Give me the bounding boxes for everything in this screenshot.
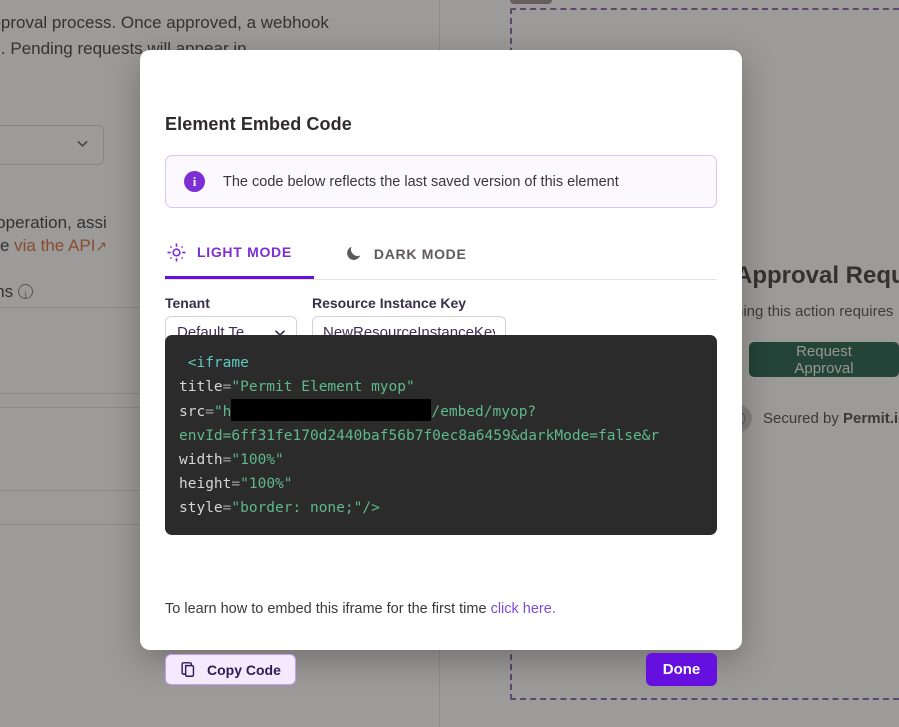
code-src-query: envId=6ff31fe170d2440baf56b7f0ec8a6459&d…: [179, 428, 659, 444]
code-value-title: "Permit Element myop": [231, 379, 414, 395]
code-attr-width: width: [179, 452, 223, 468]
tab-dark-mode[interactable]: DARK MODE: [314, 228, 489, 279]
code-attr-height: height: [179, 476, 231, 492]
copy-icon: [180, 661, 197, 678]
code-attr-src: src: [179, 404, 205, 420]
moon-icon: [344, 244, 363, 263]
code-attr-title: title: [179, 379, 223, 395]
code-value-src-prefix: "h: [214, 404, 231, 420]
info-banner-text: The code below reflects the last saved v…: [223, 174, 619, 190]
done-button[interactable]: Done: [646, 653, 717, 686]
tab-dark-mode-label: DARK MODE: [374, 246, 467, 262]
mode-tabs: LIGHT MODE DARK MODE: [165, 228, 717, 280]
embed-code-block[interactable]: <iframe title="Permit Element myop" src=…: [165, 335, 717, 535]
copy-code-button[interactable]: Copy Code: [165, 654, 296, 685]
dialog-title: Element Embed Code: [165, 114, 352, 135]
code-iframe-tag: <iframe: [188, 355, 249, 371]
info-glyph: i: [193, 175, 197, 188]
element-embed-code-dialog: Element Embed Code i The code below refl…: [140, 50, 742, 650]
code-value-src-suffix: /embed/myop?: [431, 404, 536, 420]
resource-instance-key-label: Resource Instance Key: [312, 295, 466, 311]
code-value-height: "100%": [240, 476, 292, 492]
info-icon: i: [184, 171, 205, 192]
tenant-label: Tenant: [165, 295, 210, 311]
copy-code-label: Copy Code: [207, 662, 281, 678]
tab-light-mode-label: LIGHT MODE: [197, 244, 292, 260]
screen: approval process. Once approved, a webho…: [0, 0, 899, 727]
sun-icon: [167, 243, 186, 262]
tab-light-mode[interactable]: LIGHT MODE: [165, 228, 314, 279]
code-value-style: "border: none;"/>: [231, 500, 379, 516]
learn-more-line: To learn how to embed this iframe for th…: [165, 601, 556, 617]
code-attr-style: style: [179, 500, 223, 516]
learn-more-text: To learn how to embed this iframe for th…: [165, 601, 491, 617]
redacted-url-bar: [231, 399, 431, 421]
click-here-link[interactable]: click here.: [491, 601, 556, 617]
code-value-width: "100%": [231, 452, 283, 468]
info-banner: i The code below reflects the last saved…: [165, 155, 717, 208]
